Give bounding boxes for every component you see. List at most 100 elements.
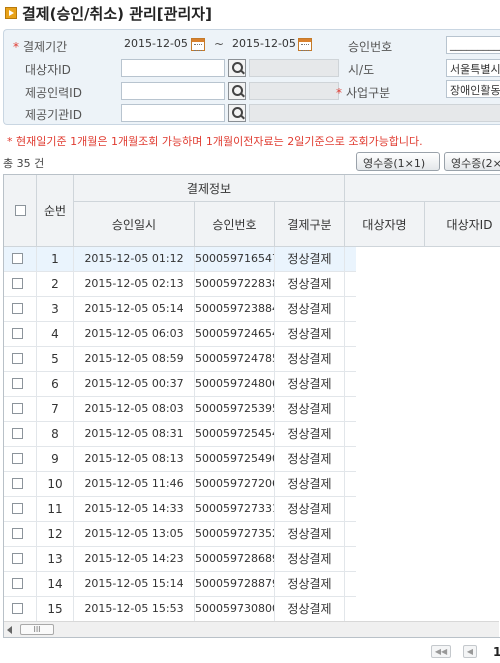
date-range-tilde: ~ (214, 37, 225, 51)
institution-id-label: 제공기관ID (25, 108, 82, 122)
row-checkbox[interactable] (12, 528, 23, 539)
cell-approval-no: 500059728879 (195, 572, 275, 596)
cell-date: 2015-12-05 08:31 (74, 422, 195, 446)
table-row[interactable]: 9 2015-12-05 08:13 500059725490 정상결제 (4, 447, 356, 472)
table-row[interactable]: 7 2015-12-05 08:03 500059725395 정상결제 (4, 397, 356, 422)
cell-approval-no: 500059724806 (195, 372, 275, 396)
cell-date: 2015-12-05 08:13 (74, 447, 195, 471)
row-checkbox-cell (4, 497, 37, 521)
cell-payment-type: 정상결제 (275, 272, 345, 296)
row-checkbox[interactable] (12, 503, 23, 514)
row-checkbox[interactable] (12, 428, 23, 439)
table-row[interactable]: 5 2015-12-05 08:59 500059724785 정상결제 (4, 347, 356, 372)
table-row[interactable]: 3 2015-12-05 05:14 500059723884 정상결제 (4, 297, 356, 322)
table-row[interactable]: 14 2015-12-05 15:14 500059728879 정상결제 (4, 572, 356, 597)
cell-payment-type: 정상결제 (275, 472, 345, 496)
provider-name-display (249, 82, 339, 100)
header-target-name[interactable]: 대상자명 (345, 202, 425, 247)
table-row[interactable]: 11 2015-12-05 14:33 500059727331 정상결제 (4, 497, 356, 522)
row-checkbox[interactable] (12, 378, 23, 389)
table-row[interactable]: 13 2015-12-05 14:23 500059728689 정상결제 (4, 547, 356, 572)
row-checkbox-cell (4, 547, 37, 571)
header-no: 순번 (37, 175, 74, 247)
row-checkbox[interactable] (12, 303, 23, 314)
date-to-field[interactable]: 2015-12-05 (229, 36, 301, 54)
header-target-id[interactable]: 대상자ID (425, 202, 500, 247)
institution-id-input[interactable] (121, 104, 225, 122)
cell-date: 2015-12-05 15:14 (74, 572, 195, 596)
row-checkbox[interactable] (12, 353, 23, 364)
institution-name-display (249, 104, 500, 122)
cell-payment-type: 정상결제 (275, 497, 345, 521)
cell-no: 10 (37, 472, 74, 496)
table-row[interactable]: 2 2015-12-05 02:13 500059722838 정상결제 (4, 272, 356, 297)
calendar-icon[interactable] (191, 38, 205, 51)
row-checkbox-cell (4, 422, 37, 446)
row-checkbox[interactable] (12, 478, 23, 489)
first-page-button[interactable]: ◀◀ (431, 645, 451, 658)
result-count: 총 35 건 (3, 157, 45, 170)
period-label: * 결제기간 (13, 40, 68, 54)
provider-id-input[interactable] (121, 82, 225, 100)
header-approval-no[interactable]: 승인번호 (195, 202, 275, 247)
table-row[interactable]: 4 2015-12-05 06:03 500059724654 정상결제 (4, 322, 356, 347)
region-select[interactable]: 서울특별시 (446, 59, 500, 77)
row-checkbox[interactable] (12, 553, 23, 564)
row-checkbox-cell (4, 347, 37, 371)
search-icon[interactable] (228, 59, 246, 77)
row-checkbox-cell (4, 472, 37, 496)
row-checkbox[interactable] (12, 453, 23, 464)
cell-payment-type: 정상결제 (275, 397, 345, 421)
prev-page-button[interactable]: ◀ (463, 645, 477, 658)
payment-grid: 순번 결제정보 승인일시 승인번호 결제구분 대상자명 대상자ID 1 2015-… (3, 174, 500, 638)
cell-approval-no: 500059716547 (195, 247, 275, 271)
search-icon[interactable] (228, 104, 246, 122)
header-payment-type[interactable]: 결제구분 (275, 202, 345, 247)
current-page[interactable]: 1 (493, 645, 500, 659)
select-all-checkbox[interactable] (14, 205, 26, 216)
cell-date: 2015-12-05 13:05 (74, 522, 195, 546)
horizontal-scrollbar[interactable]: III (4, 621, 499, 637)
row-checkbox-cell (4, 372, 37, 396)
row-checkbox[interactable] (12, 278, 23, 289)
cell-date: 2015-12-05 00:37 (74, 372, 195, 396)
table-row[interactable]: 10 2015-12-05 11:46 500059727206 정상결제 (4, 472, 356, 497)
region-label: 시/도 (348, 63, 375, 77)
title-bar: 결제(승인/취소) 관리[관리자] (0, 0, 500, 28)
cell-approval-no: 500059725490 (195, 447, 275, 471)
header-date[interactable]: 승인일시 (74, 202, 195, 247)
target-name-display (249, 59, 339, 77)
row-checkbox[interactable] (12, 328, 23, 339)
target-id-input[interactable] (121, 59, 225, 77)
table-row[interactable]: 6 2015-12-05 00:37 500059724806 정상결제 (4, 372, 356, 397)
table-row[interactable]: 15 2015-12-05 15:53 500059730800 정상결제 (4, 597, 356, 622)
cell-no: 5 (37, 347, 74, 371)
table-row[interactable]: 12 2015-12-05 13:05 500059727352 정상결제 (4, 522, 356, 547)
table-row[interactable]: 8 2015-12-05 08:31 500059725454 정상결제 (4, 422, 356, 447)
cell-date: 2015-12-05 14:33 (74, 497, 195, 521)
cell-approval-no: 500059727331 (195, 497, 275, 521)
receipt-1x1-button[interactable]: 영수증(1×1) (356, 152, 440, 171)
search-icon[interactable] (228, 82, 246, 100)
header-group-target (345, 175, 500, 202)
date-from-field[interactable]: 2015-12-05 (121, 36, 193, 54)
cell-approval-no: 500059730800 (195, 597, 275, 621)
cell-no: 4 (37, 322, 74, 346)
scroll-left-icon[interactable] (7, 626, 12, 634)
approval-no-input[interactable]: __________ (446, 36, 500, 54)
table-row[interactable]: 1 2015-12-05 01:12 500059716547 정상결제 (4, 247, 356, 272)
row-checkbox[interactable] (12, 578, 23, 589)
row-checkbox[interactable] (12, 253, 23, 264)
business-type-select[interactable]: 장애인활동 (446, 80, 500, 98)
cell-date: 2015-12-05 14:23 (74, 547, 195, 571)
calendar-icon[interactable] (298, 38, 312, 51)
scroll-thumb[interactable]: III (20, 624, 54, 635)
search-panel: * 결제기간 2015-12-05 ~ 2015-12-05 승인번호 _____… (3, 29, 500, 125)
cell-no: 12 (37, 522, 74, 546)
header-checkbox-cell (4, 175, 37, 247)
cell-payment-type: 정상결제 (275, 297, 345, 321)
row-checkbox[interactable] (12, 603, 23, 614)
receipt-2x1-button[interactable]: 영수증(2×1) (444, 152, 500, 171)
cell-payment-type: 정상결제 (275, 572, 345, 596)
row-checkbox[interactable] (12, 403, 23, 414)
